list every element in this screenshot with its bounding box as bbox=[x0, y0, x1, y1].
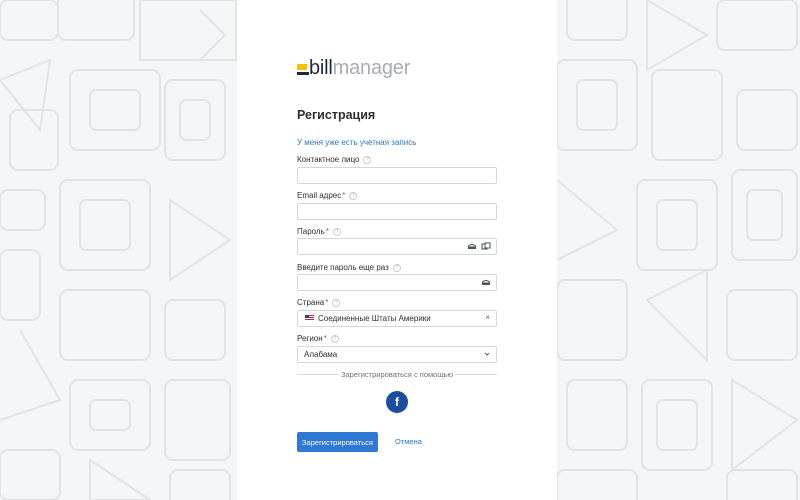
registration-panel: bill manager Регистрация У меня уже есть… bbox=[237, 0, 557, 500]
required-mark: * bbox=[323, 334, 327, 343]
contact-label: Контактное лицо ? bbox=[297, 155, 372, 164]
logo-mark-icon bbox=[297, 64, 309, 75]
facebook-icon: f bbox=[395, 395, 399, 409]
required-mark: * bbox=[342, 191, 346, 200]
region-select[interactable]: Алабама bbox=[297, 346, 497, 363]
help-icon[interactable]: ? bbox=[332, 227, 341, 236]
us-flag-icon bbox=[305, 315, 314, 321]
email-field[interactable] bbox=[297, 203, 497, 222]
required-mark: * bbox=[325, 227, 329, 236]
logo-text-bill: bill bbox=[309, 57, 333, 79]
register-button[interactable]: Зарегистрироваться bbox=[297, 432, 378, 452]
help-icon[interactable]: ? bbox=[332, 298, 341, 307]
email-input[interactable] bbox=[298, 207, 458, 222]
background-pattern-left bbox=[0, 0, 237, 500]
contact-field[interactable] bbox=[297, 167, 497, 186]
region-label: Регион * ? bbox=[297, 334, 339, 343]
clear-icon[interactable]: × bbox=[485, 313, 490, 322]
eye-icon[interactable] bbox=[481, 278, 491, 287]
eye-icon[interactable] bbox=[467, 242, 477, 251]
contact-label-text: Контактное лицо bbox=[297, 155, 360, 164]
contact-input[interactable] bbox=[298, 171, 458, 186]
help-icon[interactable]: ? bbox=[349, 191, 358, 200]
email-label-text: Email адрес bbox=[297, 191, 342, 200]
country-label-text: Страна bbox=[297, 298, 325, 307]
password-field[interactable] bbox=[297, 238, 497, 257]
help-icon[interactable]: ? bbox=[363, 155, 372, 164]
cancel-button[interactable]: Отмена bbox=[395, 437, 422, 446]
country-select[interactable]: Соединенные Штаты Америки × bbox=[297, 310, 497, 327]
password-repeat-field[interactable] bbox=[297, 274, 497, 293]
background-pattern-right bbox=[557, 0, 800, 500]
password-generate-icon[interactable] bbox=[481, 242, 491, 251]
facebook-signup-button[interactable]: f bbox=[386, 391, 408, 413]
logo-text-manager: manager bbox=[332, 57, 411, 79]
password-repeat-input[interactable] bbox=[298, 278, 458, 293]
social-signup-label: Зарегистрироваться с помощью bbox=[340, 370, 454, 379]
password-repeat-label: Введите пароль еще раз ? bbox=[297, 263, 401, 272]
password-input[interactable] bbox=[298, 242, 458, 257]
billmanager-logo: bill manager bbox=[297, 53, 410, 79]
page-title: Регистрация bbox=[297, 108, 376, 122]
help-icon[interactable]: ? bbox=[392, 263, 401, 272]
required-mark: * bbox=[325, 298, 329, 307]
password-label: Пароль * ? bbox=[297, 227, 341, 236]
region-value: Алабама bbox=[304, 350, 338, 359]
password-label-text: Пароль bbox=[297, 227, 325, 236]
country-label: Страна * ? bbox=[297, 298, 341, 307]
help-icon[interactable]: ? bbox=[330, 334, 339, 343]
chevron-down-icon[interactable] bbox=[483, 350, 491, 358]
region-label-text: Регион bbox=[297, 334, 323, 343]
existing-account-link[interactable]: У меня уже есть учетная запись bbox=[297, 138, 416, 147]
country-value: Соединенные Штаты Америки bbox=[318, 314, 431, 323]
password-repeat-label-text: Введите пароль еще раз bbox=[297, 263, 389, 272]
email-label: Email адрес * ? bbox=[297, 191, 358, 200]
